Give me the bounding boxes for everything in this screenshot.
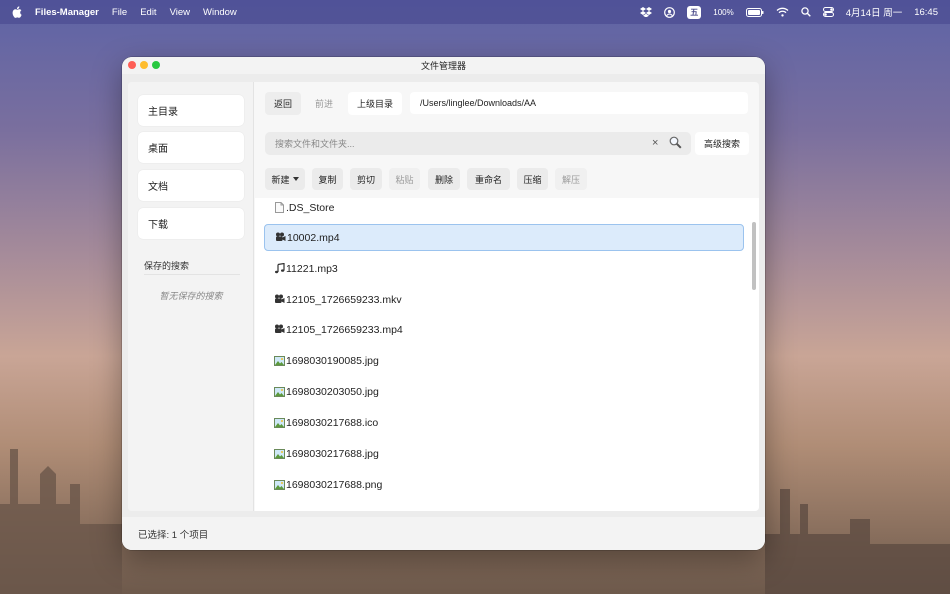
menu-view[interactable]: View xyxy=(170,7,190,18)
path-field[interactable]: /Users/linglee/Downloads/AA xyxy=(410,92,748,114)
forward-button[interactable]: 前进 xyxy=(306,92,342,115)
clear-search-icon[interactable]: × xyxy=(652,137,658,149)
file-row[interactable]: 12105_1726659233.mp4 xyxy=(264,316,744,343)
file-name: 10002.mp4 xyxy=(287,231,340,244)
saved-searches-heading: 保存的搜索 xyxy=(144,261,190,271)
search-icon[interactable] xyxy=(669,136,682,154)
user-circle-icon[interactable] xyxy=(664,6,676,18)
sidebar-item-home[interactable]: 主目录 xyxy=(138,95,244,126)
caret-down-icon xyxy=(292,177,299,181)
spotlight-search-icon[interactable] xyxy=(800,7,811,17)
window-title: 文件管理器 xyxy=(420,61,466,71)
rename-button[interactable]: 重命名 xyxy=(467,168,510,190)
new-label: 新建 xyxy=(271,174,290,185)
sidebar-item-label: 下载 xyxy=(148,220,168,231)
advanced-search-button[interactable]: 高级搜索 xyxy=(695,132,749,155)
file-name: 1698030217688.ico xyxy=(286,416,379,429)
delete-button[interactable]: 删除 xyxy=(428,168,460,190)
paste-button[interactable]: 粘贴 xyxy=(389,168,420,190)
main-panel: 返回 前进 上级目录 /Users/linglee/Downloads/AA 搜… xyxy=(255,82,759,511)
file-row[interactable]: 10002.mp4 xyxy=(264,224,744,251)
menu-file[interactable]: File xyxy=(112,7,127,18)
file-row[interactable]: 1698030217688.png xyxy=(264,471,744,498)
sidebar-item-desktop[interactable]: 桌面 xyxy=(138,132,244,163)
menu-bar: Files-Manager File Edit View Window 五 10… xyxy=(0,0,950,24)
picture-icon xyxy=(274,448,285,459)
file-name: 12105_1726659233.mp4 xyxy=(286,323,403,336)
sidebar-item-documents[interactable]: 文档 xyxy=(138,170,244,201)
picture-icon xyxy=(274,479,285,490)
file-list: .DS_Store 10002.mp4 11221.mp3 12105_1726… xyxy=(255,198,759,511)
video-camera-icon xyxy=(274,294,285,305)
scrollbar-thumb[interactable] xyxy=(752,222,756,290)
battery-icon[interactable] xyxy=(745,7,764,17)
copy-button[interactable]: 复制 xyxy=(312,168,343,190)
sidebar-item-label: 桌面 xyxy=(148,144,168,155)
saved-searches-empty: 暂无保存的搜索 xyxy=(159,291,223,301)
dropbox-icon[interactable] xyxy=(640,7,653,17)
sidebar-item-label: 文档 xyxy=(148,182,168,193)
app-menu[interactable]: Files-Manager xyxy=(35,7,99,18)
new-dropdown-button[interactable]: 新建 xyxy=(265,168,305,190)
sidebar: 主目录 桌面 文档 下载 保存的搜索 暂无保存的搜索 xyxy=(128,82,254,511)
cut-button[interactable]: 剪切 xyxy=(350,168,382,190)
menubar-date[interactable]: 4月14日 周一 xyxy=(846,5,903,19)
file-manager-window: 文件管理器 主目录 桌面 文档 下载 保存的搜索 暂无保存的搜索 返回 前进 上… xyxy=(122,57,765,550)
search-input[interactable]: 搜索文件和文件夹... xyxy=(265,132,691,155)
menu-window[interactable]: Window xyxy=(203,7,237,18)
wifi-icon[interactable] xyxy=(776,7,789,17)
music-note-icon xyxy=(274,263,285,274)
minimize-window-button[interactable] xyxy=(140,61,148,69)
file-row[interactable]: 1698030190085.jpg xyxy=(264,347,744,374)
file-name: 12105_1726659233.mkv xyxy=(286,293,402,306)
video-camera-icon xyxy=(275,232,286,243)
file-row[interactable]: 11221.mp3 xyxy=(264,255,744,282)
sidebar-item-label: 主目录 xyxy=(148,107,178,118)
file-row[interactable]: 1698030203050.jpg xyxy=(264,378,744,405)
selection-status: 已选择: 1 个项目 xyxy=(138,529,209,541)
battery-percent: 100% xyxy=(713,7,734,17)
window-content: 主目录 桌面 文档 下载 保存的搜索 暂无保存的搜索 返回 前进 上级目录 /U… xyxy=(128,82,759,511)
file-row[interactable]: .DS_Store xyxy=(264,198,744,221)
sidebar-item-downloads[interactable]: 下载 xyxy=(138,208,244,239)
document-icon xyxy=(274,202,285,213)
picture-icon xyxy=(274,386,285,397)
zoom-window-button[interactable] xyxy=(152,61,160,69)
picture-icon xyxy=(274,355,285,366)
file-name: 1698030190085.jpg xyxy=(286,354,379,367)
compress-button[interactable]: 压缩 xyxy=(517,168,548,190)
file-name: 1698030217688.jpg xyxy=(286,447,379,460)
file-name: 1698030203050.jpg xyxy=(286,385,379,398)
divider xyxy=(144,274,240,275)
file-name: 1698030217688.png xyxy=(286,478,383,491)
file-row[interactable]: 1698030217688.ico xyxy=(264,409,744,436)
file-row[interactable]: 1698030217688.jpg xyxy=(264,440,744,467)
file-row[interactable]: 12105_1726659233.mkv xyxy=(264,286,744,313)
menubar-time[interactable]: 16:45 xyxy=(914,7,938,18)
menu-edit[interactable]: Edit xyxy=(140,7,156,18)
picture-icon xyxy=(274,417,285,428)
file-name: .DS_Store xyxy=(286,201,335,214)
up-directory-button[interactable]: 上级目录 xyxy=(348,92,402,115)
file-name: 11221.mp3 xyxy=(286,262,338,275)
extract-button[interactable]: 解压 xyxy=(555,168,587,190)
title-bar[interactable]: 文件管理器 xyxy=(122,57,765,74)
video-camera-icon xyxy=(274,324,285,335)
back-button[interactable]: 返回 xyxy=(265,92,301,115)
apple-icon[interactable] xyxy=(12,6,22,18)
status-bar: 已选择: 1 个项目 xyxy=(122,517,765,550)
control-center-icon[interactable] xyxy=(822,7,834,17)
input-method-indicator[interactable]: 五 xyxy=(687,5,702,19)
close-window-button[interactable] xyxy=(128,61,136,69)
